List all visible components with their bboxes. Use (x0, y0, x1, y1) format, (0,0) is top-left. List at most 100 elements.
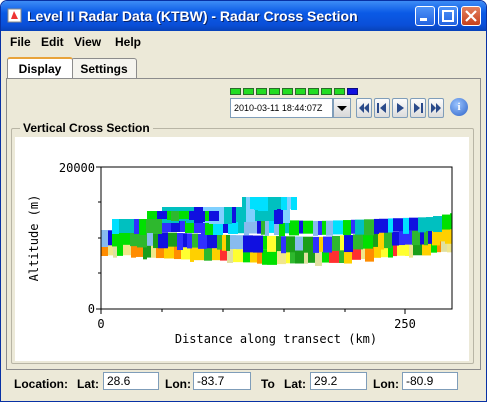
radar-echo-cell (393, 244, 397, 257)
radar-echo-cell (207, 234, 217, 249)
info-icon[interactable]: i (450, 98, 468, 116)
frame-indicator[interactable] (308, 88, 319, 95)
location-bar: Location: Lat: 28.6 Lon: -83.7 To Lat: 2… (1, 370, 486, 396)
app-window: Level II Radar Data (KTBW) - Radar Cross… (0, 0, 487, 402)
y-tick-label-top: 20000 (59, 161, 95, 175)
radar-echo-cell (192, 233, 198, 248)
lon-label: Lon: (165, 377, 191, 391)
radar-echo-cell (253, 235, 263, 253)
frame-indicator[interactable] (256, 88, 267, 95)
close-icon (465, 10, 477, 22)
frame-indicator[interactable] (230, 88, 241, 95)
tab-settings[interactable]: Settings (71, 58, 137, 78)
radar-echo-cell (428, 228, 432, 244)
radar-echo-cell (344, 235, 353, 253)
step-back-icon (377, 103, 386, 113)
radar-echo-cell (286, 236, 295, 253)
radar-echo-cell (418, 217, 426, 233)
radar-echo-cell (127, 219, 134, 233)
radar-echo-band (101, 197, 469, 266)
time-select[interactable]: 2010-03-11 18:44:07Z (230, 98, 333, 118)
radar-echo-cell (442, 214, 450, 230)
start-lon-input[interactable]: -83.7 (193, 372, 251, 390)
radar-echo-cell (403, 217, 409, 234)
menu-edit[interactable]: Edit (41, 35, 64, 49)
radar-echo-cell (454, 239, 464, 253)
radar-echo-cell (134, 219, 139, 234)
start-lat-input[interactable]: 28.6 (103, 372, 159, 390)
to-label: To (261, 377, 275, 391)
radar-echo-cell (269, 219, 274, 233)
radar-echo-cell (209, 211, 219, 221)
location-label: Location: (14, 377, 68, 391)
chevron-down-icon (337, 106, 347, 111)
radar-echo-cell (289, 220, 299, 236)
radar-echo-cell (290, 250, 295, 264)
last-frame-button[interactable] (428, 98, 444, 118)
radar-echo-cell (384, 232, 392, 249)
menu-view[interactable]: View (74, 35, 101, 49)
radar-echo-cell (295, 236, 303, 251)
radar-echo-cell (101, 230, 108, 247)
radar-echo-cell (462, 225, 468, 241)
radar-echo-cell (393, 218, 403, 232)
group-title: Vertical Cross Section (20, 121, 153, 135)
radar-echo-cell (303, 236, 313, 253)
frame-indicator[interactable] (295, 88, 306, 95)
play-button[interactable] (392, 98, 408, 118)
radar-echo-cell (468, 238, 469, 253)
lat-label: Lat: (77, 377, 99, 391)
radar-echo-cell (374, 218, 379, 234)
radar-echo-cell (204, 247, 212, 261)
radar-echo-cell (108, 230, 112, 246)
radar-echo-cell (392, 231, 399, 246)
radar-echo-cell (409, 217, 418, 231)
frame-indicator[interactable] (282, 88, 293, 95)
x-tick-label-end: 250 (394, 317, 416, 331)
end-lon-input[interactable]: -80.9 (402, 372, 458, 390)
frame-indicator[interactable] (334, 88, 345, 95)
menu-help[interactable]: Help (115, 35, 141, 49)
radar-echo-cell (217, 234, 222, 250)
radar-echo-cell (232, 207, 236, 223)
frame-indicator[interactable] (269, 88, 280, 95)
step-back-button[interactable] (374, 98, 390, 118)
step-forward-button[interactable] (410, 98, 426, 118)
radar-echo-cell (224, 207, 232, 224)
radar-echo-cell (315, 250, 322, 266)
radar-echo-cell (112, 219, 119, 234)
time-dropdown-button[interactable] (333, 98, 351, 118)
radar-echo-cell (277, 197, 281, 209)
frame-indicator[interactable] (243, 88, 254, 95)
title-bar: Level II Radar Data (KTBW) - Radar Cross… (1, 1, 486, 31)
maximize-icon (442, 10, 454, 22)
radar-echo-cell (363, 233, 373, 249)
minimize-button[interactable] (415, 6, 435, 26)
radar-echo-cell (468, 224, 469, 239)
radar-echo-cell (326, 220, 333, 236)
radar-echo-cell (332, 235, 340, 251)
radar-echo-cell (147, 244, 151, 258)
x-axis-label: Distance along transect (km) (175, 332, 377, 346)
radar-echo-cell (190, 246, 194, 262)
radar-echo-cell (189, 211, 196, 220)
radar-echo-cell (339, 249, 344, 263)
radar-echo-cell (268, 197, 277, 210)
frame-indicator-current[interactable] (347, 88, 358, 95)
radar-echo-cell (318, 220, 322, 235)
maximize-button[interactable] (438, 6, 458, 26)
radar-echo-cell (226, 234, 230, 251)
close-button[interactable] (461, 6, 481, 26)
radar-echo-cell (299, 220, 303, 234)
tab-display[interactable]: Display (7, 57, 73, 80)
radar-echo-cell (365, 246, 374, 262)
end-lat-input[interactable]: 29.2 (310, 372, 367, 390)
y-axis-label: Altitude (m) (27, 195, 41, 282)
cross-section-chart[interactable]: 20000 0 0 250 Distance along transect (k… (15, 137, 469, 361)
first-frame-button[interactable] (356, 98, 372, 118)
radar-echo-cell (287, 197, 291, 209)
menu-file[interactable]: File (10, 35, 31, 49)
frame-indicator[interactable] (321, 88, 332, 95)
radar-echo-cell (343, 220, 351, 236)
radar-echo-cell (254, 197, 258, 210)
